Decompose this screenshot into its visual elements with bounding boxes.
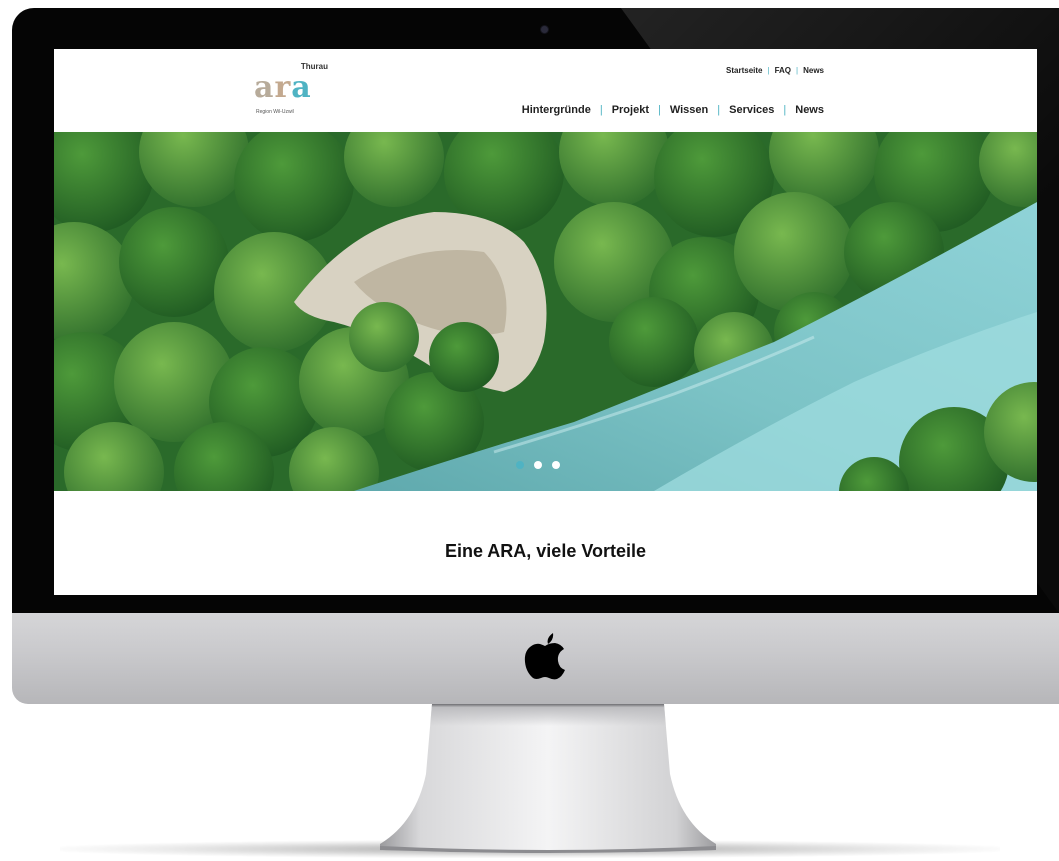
slider-dots bbox=[516, 461, 560, 469]
separator: | bbox=[796, 66, 799, 75]
top-link-faq[interactable]: FAQ bbox=[775, 66, 791, 75]
top-link-news[interactable]: News bbox=[803, 66, 824, 75]
camera-icon bbox=[541, 26, 548, 33]
hero-image bbox=[54, 132, 1037, 491]
logo-letter: a bbox=[254, 70, 275, 105]
monitor-stand bbox=[380, 704, 716, 853]
separator: | bbox=[717, 104, 721, 116]
main-nav: Hintergründe | Projekt | Wissen | Servic… bbox=[522, 104, 824, 116]
top-link-startseite[interactable]: Startseite bbox=[726, 66, 762, 75]
separator: | bbox=[599, 104, 603, 116]
logo-subtitle: Region Wil-Uzwil bbox=[256, 109, 294, 115]
section-title: Eine ARA, viele Vorteile bbox=[444, 541, 647, 561]
separator: | bbox=[767, 66, 770, 75]
logo-letter: r bbox=[274, 70, 292, 105]
nav-item-hintergruende[interactable]: Hintergründe bbox=[522, 104, 591, 116]
nav-item-news[interactable]: News bbox=[795, 104, 824, 116]
slider-dot[interactable] bbox=[534, 461, 542, 469]
nav-item-projekt[interactable]: Projekt bbox=[612, 104, 649, 116]
site-logo[interactable]: Thurau ara Region Wil-Uzwil bbox=[254, 62, 344, 122]
nav-item-wissen[interactable]: Wissen bbox=[670, 104, 708, 116]
hero-slider[interactable] bbox=[54, 132, 1037, 491]
website-screen: Thurau ara Region Wil-Uzwil Startseite |… bbox=[54, 49, 1037, 595]
separator: | bbox=[657, 104, 661, 116]
apple-logo-icon bbox=[524, 633, 565, 680]
slider-dot[interactable] bbox=[516, 461, 524, 469]
logo-wordmark: ara bbox=[254, 71, 312, 105]
top-links: Startseite | FAQ | News bbox=[726, 66, 824, 75]
logo-letter: a bbox=[291, 70, 312, 105]
nav-item-services[interactable]: Services bbox=[729, 104, 774, 116]
site-header: Thurau ara Region Wil-Uzwil Startseite |… bbox=[54, 49, 1037, 132]
separator: | bbox=[783, 104, 787, 116]
slider-dot[interactable] bbox=[552, 461, 560, 469]
